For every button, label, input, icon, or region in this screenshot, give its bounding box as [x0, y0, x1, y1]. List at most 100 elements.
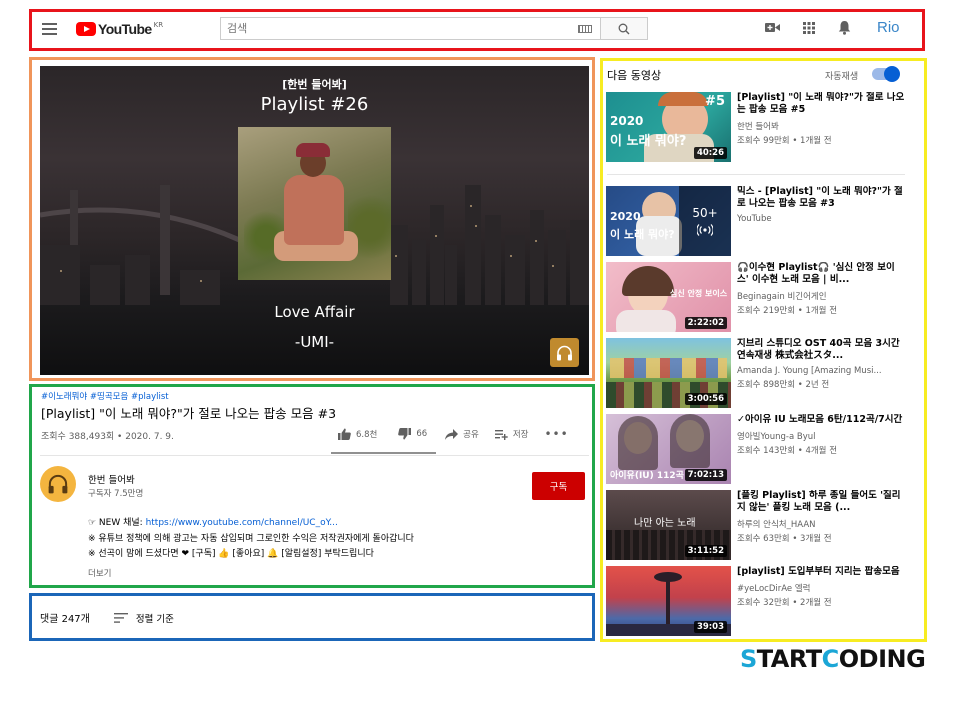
headphone-icon[interactable] — [550, 338, 579, 367]
item-channel: Beginagain 비긴어게인 — [737, 292, 827, 302]
like-count: 6.8천 — [356, 430, 378, 440]
thumbnail-title-text: 심신 안정 보이스 — [670, 289, 728, 298]
item-title: [플킹 Playlist] 하루 종일 들어도 '질리지 않는' 플킹 노래 모… — [737, 490, 901, 513]
show-more-button[interactable]: 더보기 — [88, 567, 111, 579]
item-meta: 조회수 219만회 • 1개월 전 — [737, 306, 838, 316]
sort-icon — [113, 612, 128, 623]
item-channel: 하루의 안식처_HAAN — [737, 520, 816, 530]
video-thumbnail[interactable]: 2020 이 노래 뭐야? #5 40:26 — [606, 92, 731, 162]
dislike-button[interactable]: 66 — [398, 428, 427, 440]
item-channel: Amanda J. Young [Amazing Musi... — [737, 366, 882, 376]
headphone-avatar-icon — [48, 474, 68, 494]
song-title-text: Love Affair — [274, 303, 355, 321]
like-button[interactable]: 6.8천 — [338, 428, 377, 440]
up-next-item[interactable]: 아이유(IU) 112곡 7:02:13 ✓아이유 IU 노래모음 6탄/112… — [606, 414, 906, 484]
save-label: 저장 — [512, 430, 529, 440]
search-icon — [618, 23, 630, 34]
share-label: 공유 — [463, 430, 479, 440]
watermark-c: C — [821, 645, 840, 673]
keyboard-icon[interactable] — [578, 25, 592, 33]
duration-badge: 40:26 — [693, 147, 727, 159]
video-title: [Playlist] "이 노래 뭐야?"가 절로 나오는 팝송 모음 #3 — [41, 406, 337, 421]
video-thumbnail[interactable]: 아이유(IU) 112곡 7:02:13 — [606, 414, 731, 484]
up-next-item[interactable]: 39:03 [playlist] 도입부부터 지리는 팝송모음 #yeLocDi… — [606, 566, 906, 636]
dislike-count: 66 — [416, 429, 428, 439]
watermark-tart: TART — [756, 645, 822, 673]
video-thumbnail[interactable]: 3:00:56 — [606, 338, 731, 408]
thumbs-down-icon — [398, 428, 412, 440]
up-next-item[interactable]: 심신 안정 보이스 2:22:02 🎧이수현 Playlist🎧 '심신 안정 … — [606, 262, 906, 332]
create-video-icon[interactable] — [765, 20, 780, 35]
item-title: 지브리 스튜디오 OST 40곡 모음 3시간 연속재생 株式会社スタ... — [737, 338, 900, 361]
item-channel: YouTube — [737, 214, 772, 224]
item-title: [playlist] 도입부부터 지리는 팝송모음 — [737, 566, 900, 577]
album-cover-image — [238, 127, 391, 280]
item-meta: 조회수 898만회 • 2년 전 — [737, 380, 830, 390]
channel-tag-text: [한번 들어봐] — [282, 78, 347, 91]
apps-grid-icon[interactable] — [801, 20, 816, 35]
subscribe-button[interactable]: 구독 — [532, 472, 585, 500]
share-arrow-icon — [445, 428, 459, 440]
new-channel-link[interactable]: https://www.youtube.com/channel/UC_oY... — [146, 518, 338, 528]
up-next-item[interactable]: 3:00:56 지브리 스튜디오 OST 40곡 모음 3시간 연속재생 株式会… — [606, 338, 906, 408]
subscriber-count: 구독자 7.5만명 — [88, 489, 144, 499]
play-logo-icon — [76, 22, 96, 36]
item-meta: 조회수 63만회 • 3개월 전 — [737, 534, 832, 544]
artist-text: -UMI- — [294, 333, 335, 351]
comment-count: 댓글 247개 — [40, 614, 90, 625]
youtube-logo[interactable]: YouTube KR — [76, 21, 163, 37]
divider — [40, 455, 589, 456]
desc-line-1-prefix: ☞ NEW 채널: — [88, 518, 146, 528]
video-thumbnail[interactable]: 39:03 — [606, 566, 731, 636]
search-input[interactable] — [221, 18, 578, 39]
up-next-item[interactable]: 나만 아는 노래 3:11:52 [플킹 Playlist] 하루 종일 들어도… — [606, 490, 906, 560]
save-button[interactable]: 저장 — [494, 428, 529, 440]
sort-button[interactable]: 정렬 기준 — [113, 611, 174, 625]
autoplay-toggle[interactable] — [872, 66, 900, 82]
thumbs-up-icon — [338, 428, 351, 440]
item-meta: 조회수 99만회 • 1개월 전 — [737, 136, 832, 146]
item-channel: 영아빌Young-a Byul — [737, 432, 816, 442]
video-thumbnail[interactable]: 심신 안정 보이스 2:22:02 — [606, 262, 731, 332]
masthead: YouTube KR Rio — [32, 12, 922, 48]
up-next-item[interactable]: 2020 이 노래 뭐야? #5 40:26 [Playlist] "이 노래 … — [606, 92, 906, 162]
menu-icon[interactable] — [42, 23, 57, 35]
thumbnail-number-text: #5 — [705, 94, 725, 109]
video-player[interactable]: [한번 들어봐] Playlist #26 Love Affair -UMI- — [40, 66, 589, 375]
more-actions-icon[interactable]: ••• — [544, 427, 568, 441]
up-next-heading: 다음 동영상 — [607, 69, 662, 82]
sidebar-divider — [607, 174, 905, 175]
channel-avatar[interactable] — [40, 466, 76, 502]
item-title: [Playlist] "이 노래 뭐야?"가 절로 나오는 팝송 모음 #5 — [737, 92, 905, 115]
comments-header: 댓글 247개 정렬 기준 — [40, 610, 174, 625]
notification-bell-icon[interactable] — [837, 20, 852, 35]
watermark-oding: ODING — [838, 645, 926, 673]
search-button[interactable] — [600, 18, 647, 39]
hashtags[interactable]: #이노래뭐야 #띵곡모음 #playlist — [41, 390, 169, 402]
thumbnail-year-text: 2020 — [610, 114, 644, 128]
mix-thumbnail[interactable]: 2020 이 노래 뭐야? 50+ — [606, 186, 731, 256]
item-title: 믹스 - [Playlist] "이 노래 뭐야?"가 절로 나오는 팝송 모음… — [737, 186, 903, 209]
channel-name[interactable]: 한번 들어봐 — [88, 472, 135, 486]
item-title: ✓아이유 IU 노래모음 6탄/112곡/7시간 — [737, 414, 903, 425]
logo-text: YouTube — [98, 21, 152, 37]
search-box — [220, 17, 648, 40]
up-next-mix-item[interactable]: 2020 이 노래 뭐야? 50+ 믹스 - [Playlist] "이 노래 … — [606, 186, 906, 256]
video-actions: 6.8천 66 공유 저장 ••• — [338, 427, 569, 441]
mix-thumbnail-year: 2020 — [610, 210, 641, 223]
like-ratio-bar — [331, 452, 436, 454]
logo-region: KR — [153, 21, 164, 29]
mix-thumbnail-title: 이 노래 뭐야? — [610, 228, 675, 241]
video-description: ☞ NEW 채널: https://www.youtube.com/channe… — [88, 516, 414, 563]
thumbnail-title-text: 나만 아는 노래 — [634, 518, 696, 529]
desc-line-2: ※ 유튜브 정책에 의해 광고는 자동 삽입되며 그로인한 수익은 저작권자에게… — [88, 533, 414, 544]
item-meta: 조회수 143만회 • 4개월 전 — [737, 446, 838, 456]
watermark-s: S — [740, 645, 757, 673]
duration-badge: 2:22:02 — [684, 317, 727, 329]
playlist-number-text: Playlist #26 — [260, 94, 369, 115]
mix-count: 50+ — [692, 206, 718, 220]
video-thumbnail[interactable]: 나만 아는 노래 3:11:52 — [606, 490, 731, 560]
share-button[interactable]: 공유 — [445, 428, 479, 440]
item-meta: 조회수 32만회 • 2개월 전 — [737, 598, 832, 608]
account-avatar[interactable]: Rio — [877, 19, 900, 36]
